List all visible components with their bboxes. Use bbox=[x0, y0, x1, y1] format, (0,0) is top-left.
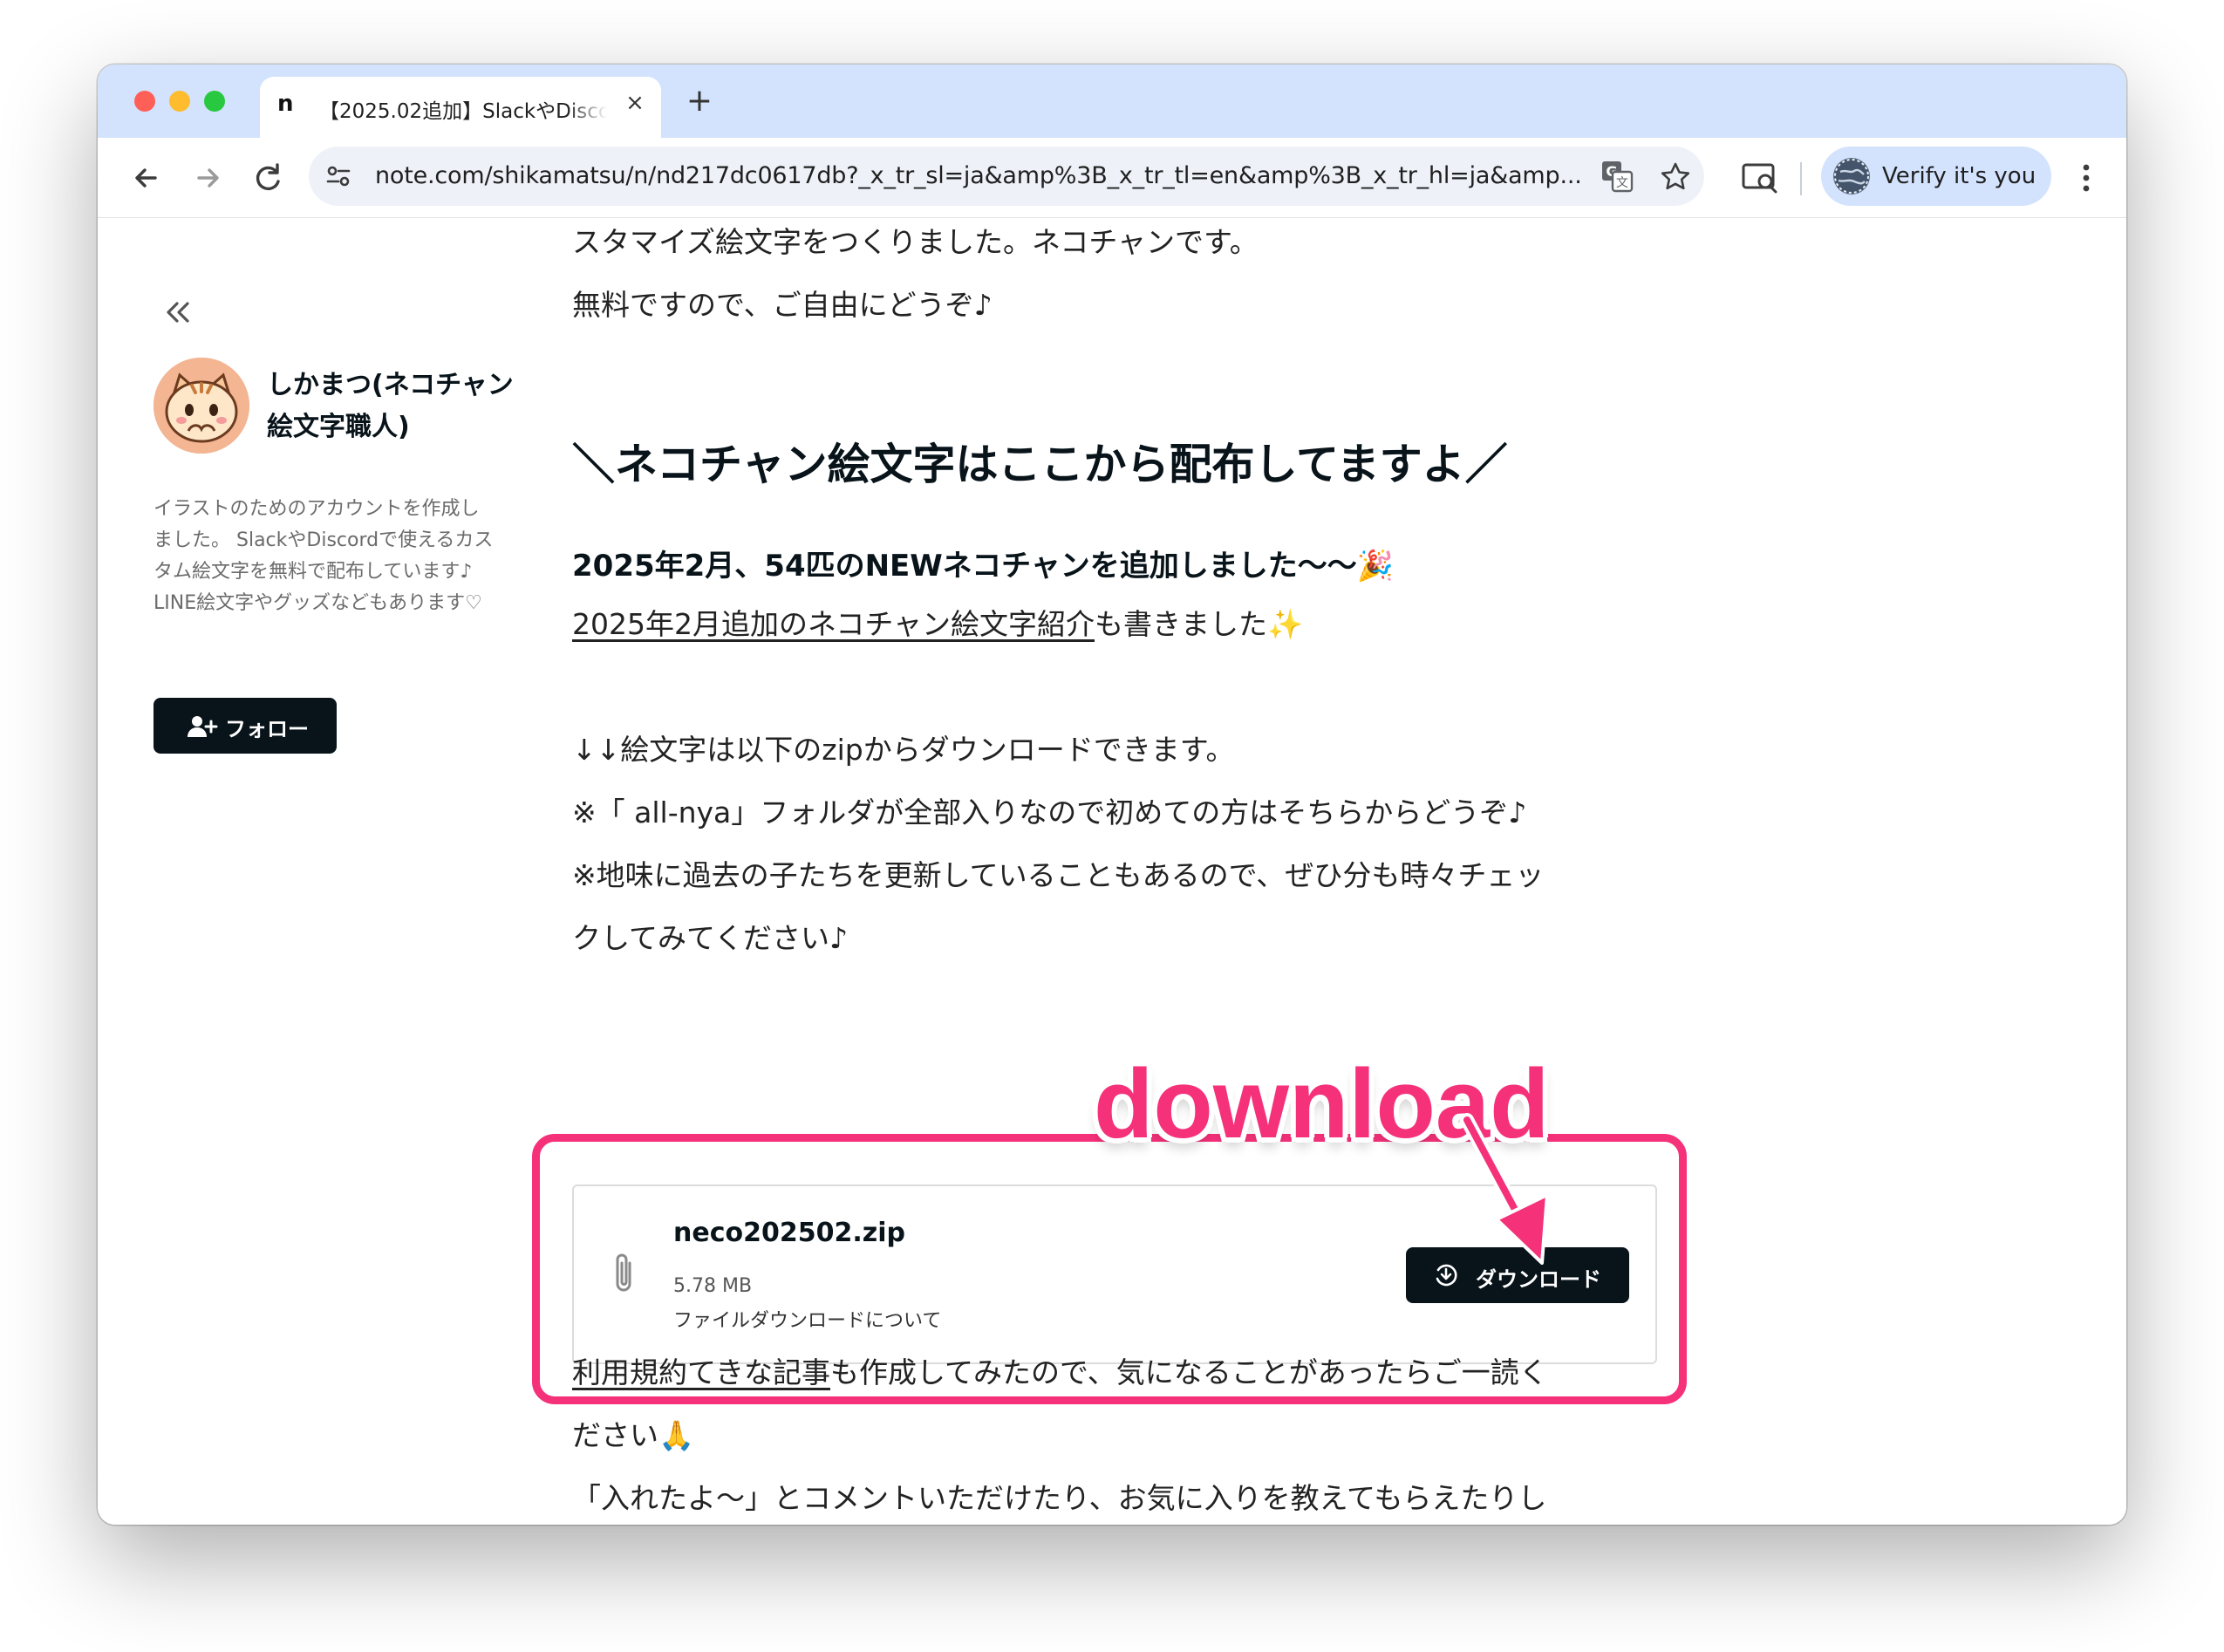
author-name[interactable]: しかまつ(ネコチャン絵文字職人) bbox=[267, 365, 520, 448]
add-user-icon bbox=[188, 716, 218, 737]
site-settings-icon[interactable] bbox=[324, 162, 352, 190]
bookmark-star-icon[interactable] bbox=[1659, 160, 1692, 194]
arrow-right-icon bbox=[197, 168, 219, 188]
sparkles-icon: ✨ bbox=[1267, 607, 1304, 641]
download-info-line-3: ※地味に過去の子たちを更新していることもあるので、ぜひ分も時々チェッ bbox=[572, 858, 1545, 892]
intro-link-suffix: も書きました bbox=[1095, 607, 1267, 641]
address-bar[interactable]: note.com/shikamatsu/n/nd217dc0617db?_x_t… bbox=[309, 147, 1704, 206]
browser-toolbar: note.com/shikamatsu/n/nd217dc0617db?_x_t… bbox=[98, 138, 2126, 218]
intro-line-1: スタマイズ絵文字をつくりました。ネコチャンです。 bbox=[572, 225, 1259, 259]
update-text: 2025年2月、54匹のNEWネコチャンを追加しました〜〜 bbox=[572, 549, 1357, 584]
svg-text:文: 文 bbox=[1616, 176, 1628, 190]
arrow-left-icon bbox=[135, 168, 157, 188]
intro-link-line: 2025年2月追加のネコチャン絵文字紹介も書きました✨ bbox=[572, 605, 1303, 644]
download-info-line-2: ※「 all-nya」フォルダが全部入りなので初めての方はそちらからどうぞ♪ bbox=[572, 795, 1527, 829]
follow-label: フォロー bbox=[225, 717, 309, 741]
download-info-line-1: ↓↓絵文字は以下のzipからダウンロードできます。 bbox=[572, 733, 1235, 767]
tab-search-icon[interactable] bbox=[1741, 160, 1779, 195]
reload-icon bbox=[256, 163, 280, 191]
browser-window: n 【2025.02追加】SlackやDiscordで使える × + note.… bbox=[98, 65, 2126, 1525]
profile-label: Verify it's you bbox=[1882, 163, 2036, 189]
author-avatar[interactable] bbox=[153, 358, 249, 454]
minimize-window-button[interactable] bbox=[169, 91, 190, 112]
terms-line: 利用規約てきな記事も作成してみたので、気になることがあったらご一読く bbox=[572, 1354, 1548, 1392]
double-chevron-left-icon[interactable] bbox=[160, 295, 195, 330]
terms-line-2: ださい🙏 bbox=[572, 1416, 694, 1455]
comment-line: 「入れたよ〜」とコメントいただけたり、お気に入りを教えてもらえたりし bbox=[572, 1481, 1547, 1515]
author-bio: イラストのためのアカウントを作成しました。 SlackやDiscordで使えるカ… bbox=[153, 498, 494, 614]
follow-button[interactable]: フォロー bbox=[153, 698, 337, 754]
terms-suffix: も作成してみたので、気になることがあったらご一読く bbox=[830, 1355, 1548, 1389]
maximize-window-button[interactable] bbox=[204, 91, 225, 112]
profile-avatar bbox=[1833, 158, 1870, 195]
browser-tab[interactable]: n 【2025.02追加】SlackやDiscordで使える × bbox=[260, 77, 661, 138]
new-tab-button[interactable]: + bbox=[682, 84, 717, 119]
article-heading: ＼ネコチャン絵文字はここから配布してますよ／ bbox=[572, 440, 1508, 489]
globe-avatar-icon bbox=[1834, 159, 1869, 194]
terms-article-link[interactable]: 利用規約てきな記事 bbox=[572, 1355, 830, 1389]
tab-strip: n 【2025.02追加】SlackやDiscordで使える × + bbox=[98, 65, 2126, 138]
download-info-line-4: クしてみてください♪ bbox=[572, 921, 849, 955]
page-content: しかまつ(ネコチャン絵文字職人) イラストのためのアカウントを作成しました。 S… bbox=[98, 218, 2126, 1525]
url-text[interactable]: note.com/shikamatsu/n/nd217dc0617db?_x_t… bbox=[375, 162, 1605, 192]
back-button[interactable] bbox=[126, 157, 167, 199]
translate-icon[interactable]: G 文 bbox=[1600, 159, 1634, 194]
toolbar-divider bbox=[1800, 162, 1802, 195]
forward-button[interactable] bbox=[187, 157, 229, 199]
party-popper-icon: 🎉 bbox=[1356, 549, 1395, 584]
intro-article-link[interactable]: 2025年2月追加のネコチャン絵文字紹介 bbox=[572, 607, 1095, 641]
annotation-arrow-icon bbox=[1460, 1113, 1549, 1265]
more-menu-icon[interactable] bbox=[2076, 159, 2097, 197]
intro-line-2: 無料ですので、ご自由にどうぞ♪ bbox=[572, 288, 993, 322]
close-tab-icon[interactable]: × bbox=[621, 89, 649, 117]
profile-button[interactable]: Verify it's you bbox=[1821, 147, 2051, 206]
note-favicon-icon: n bbox=[277, 91, 294, 117]
tab-title: 【2025.02追加】SlackやDiscordで使える bbox=[319, 100, 607, 120]
reload-button[interactable] bbox=[248, 157, 290, 199]
folded-hands-icon: 🙏 bbox=[658, 1418, 695, 1452]
cat-avatar-icon bbox=[153, 358, 249, 454]
update-line: 2025年2月、54匹のNEWネコチャンを追加しました〜〜🎉 bbox=[572, 542, 1394, 584]
terms-line-2-text: ださい bbox=[572, 1418, 658, 1452]
close-window-button[interactable] bbox=[134, 91, 155, 112]
